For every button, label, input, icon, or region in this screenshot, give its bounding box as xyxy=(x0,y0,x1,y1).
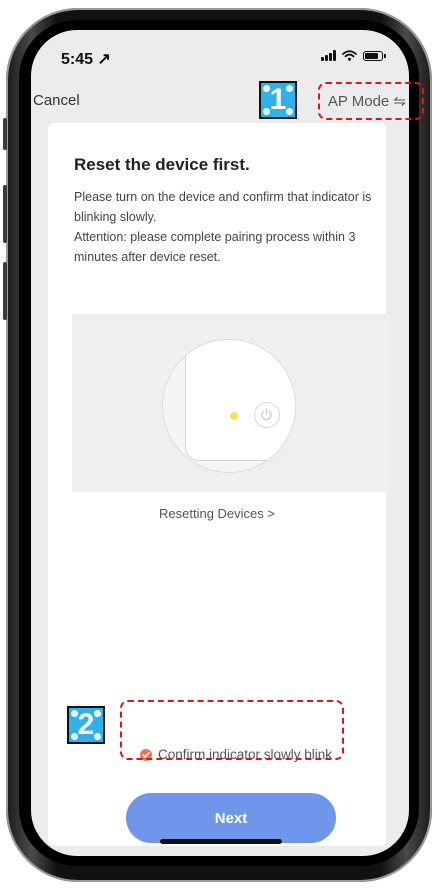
annotation-number: 1 xyxy=(269,83,287,116)
cancel-button[interactable]: Cancel xyxy=(33,92,80,109)
battery-icon xyxy=(363,50,386,61)
annotation-number: 2 xyxy=(77,708,95,741)
annotation-box-confirm xyxy=(120,700,344,760)
home-indicator xyxy=(160,839,282,844)
power-icon xyxy=(254,402,280,428)
device-zoom-circle xyxy=(162,339,296,473)
status-bar: 5:45 ↗ xyxy=(31,30,409,80)
card-title: Reset the device first. xyxy=(74,155,250,174)
description-line: Please turn on the device and confirm th… xyxy=(74,190,372,224)
volume-down-button xyxy=(3,262,7,320)
resetting-devices-link[interactable]: Resetting Devices > xyxy=(48,506,386,521)
cellular-signal-icon xyxy=(321,50,336,61)
wifi-icon xyxy=(342,50,357,61)
status-icons xyxy=(321,50,386,61)
annotation-badge-2: 2 xyxy=(67,706,105,744)
mute-switch xyxy=(3,118,7,150)
device-illustration xyxy=(72,314,390,492)
card-description: Please turn on the device and confirm th… xyxy=(74,187,384,267)
volume-up-button xyxy=(3,185,7,243)
description-line: Attention: please complete pairing proce… xyxy=(74,230,356,264)
next-button[interactable]: Next xyxy=(126,793,336,843)
annotation-box-ap-mode xyxy=(318,82,424,120)
device-panel xyxy=(185,340,295,461)
annotation-badge-1: 1 xyxy=(259,81,297,119)
status-time: 5:45 ↗ xyxy=(61,51,111,68)
indicator-light-icon xyxy=(230,412,238,420)
